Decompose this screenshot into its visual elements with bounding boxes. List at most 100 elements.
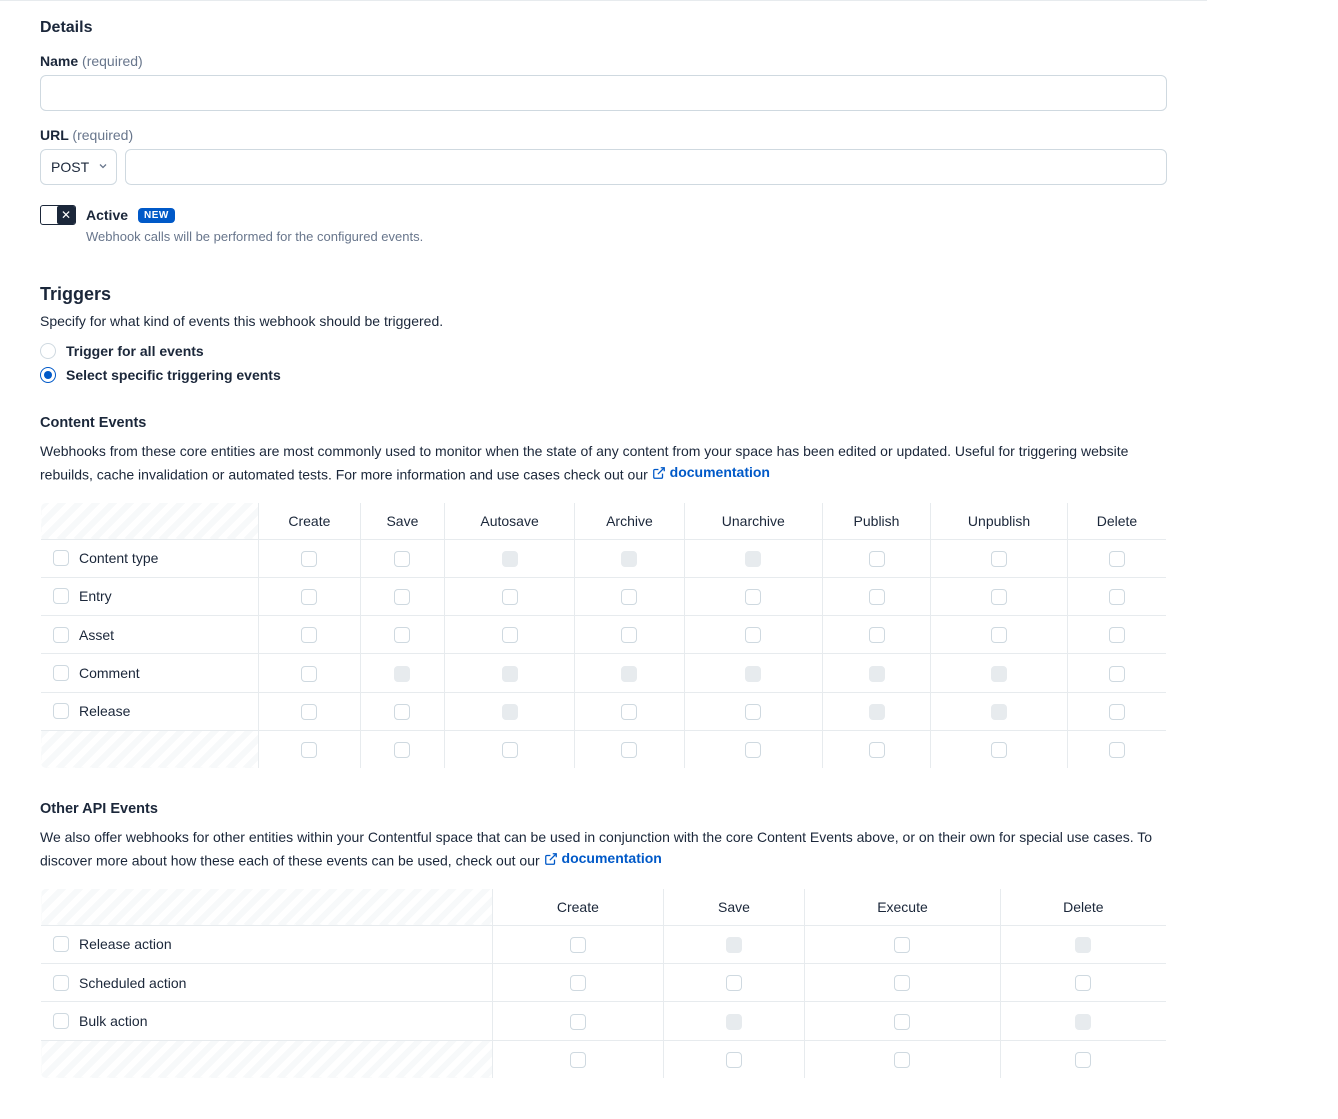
- name-input[interactable]: [40, 75, 1167, 111]
- event-checkbox[interactable]: [991, 589, 1007, 605]
- table-row: Scheduled action: [41, 964, 1167, 1002]
- column-checkbox[interactable]: [1109, 742, 1125, 758]
- col-delete: Delete: [1067, 502, 1166, 539]
- event-checkbox[interactable]: [745, 627, 761, 643]
- event-checkbox[interactable]: [621, 589, 637, 605]
- row-checkbox[interactable]: [53, 550, 69, 566]
- external-link-icon: [652, 466, 666, 480]
- row-label: Release action: [79, 936, 172, 952]
- col-unarchive: Unarchive: [684, 502, 822, 539]
- url-label: URL (required): [40, 127, 1167, 143]
- event-checkbox[interactable]: [301, 627, 317, 643]
- event-checkbox[interactable]: [301, 589, 317, 605]
- new-badge: NEW: [138, 208, 175, 223]
- event-checkbox[interactable]: [745, 589, 761, 605]
- row-label: Release: [79, 703, 130, 719]
- event-checkbox: [502, 666, 518, 682]
- name-label-text: Name: [40, 53, 78, 69]
- event-checkbox[interactable]: [301, 551, 317, 567]
- col-autosave: Autosave: [445, 502, 575, 539]
- event-checkbox[interactable]: [394, 551, 410, 567]
- column-checkbox[interactable]: [745, 742, 761, 758]
- row-checkbox[interactable]: [53, 975, 69, 991]
- col-publish: Publish: [822, 502, 930, 539]
- row-checkbox[interactable]: [53, 627, 69, 643]
- url-label-text: URL: [40, 127, 69, 143]
- external-link-icon: [544, 852, 558, 866]
- close-icon: ✕: [61, 209, 71, 221]
- event-checkbox[interactable]: [894, 975, 910, 991]
- radio-trigger-all[interactable]: Trigger for all events: [40, 343, 1167, 359]
- event-checkbox[interactable]: [570, 975, 586, 991]
- event-checkbox: [991, 704, 1007, 720]
- column-checkbox[interactable]: [991, 742, 1007, 758]
- col-unpublish: Unpublish: [931, 502, 1068, 539]
- event-checkbox[interactable]: [869, 627, 885, 643]
- documentation-link[interactable]: documentation: [544, 848, 662, 869]
- details-heading: Details: [40, 19, 1167, 37]
- event-checkbox[interactable]: [502, 627, 518, 643]
- documentation-link[interactable]: documentation: [652, 462, 770, 483]
- event-checkbox[interactable]: [570, 937, 586, 953]
- other-events-title: Other API Events: [40, 801, 1167, 817]
- event-checkbox[interactable]: [726, 975, 742, 991]
- event-checkbox[interactable]: [1109, 704, 1125, 720]
- radio-trigger-specific[interactable]: Select specific triggering events: [40, 367, 1167, 383]
- row-checkbox[interactable]: [53, 936, 69, 952]
- event-checkbox[interactable]: [1109, 551, 1125, 567]
- row-checkbox[interactable]: [53, 588, 69, 604]
- event-checkbox: [621, 666, 637, 682]
- table-corner: [41, 888, 493, 925]
- event-checkbox[interactable]: [991, 551, 1007, 567]
- table-row: Asset: [41, 616, 1167, 654]
- event-checkbox[interactable]: [894, 937, 910, 953]
- event-checkbox[interactable]: [869, 551, 885, 567]
- row-label: Scheduled action: [79, 975, 186, 991]
- method-select[interactable]: POST: [40, 149, 117, 185]
- event-checkbox[interactable]: [745, 704, 761, 720]
- event-checkbox: [621, 551, 637, 567]
- event-checkbox: [869, 666, 885, 682]
- event-checkbox[interactable]: [1109, 627, 1125, 643]
- event-checkbox[interactable]: [301, 704, 317, 720]
- col-archive: Archive: [575, 502, 685, 539]
- event-checkbox[interactable]: [301, 666, 317, 682]
- row-checkbox[interactable]: [53, 703, 69, 719]
- column-checkbox[interactable]: [869, 742, 885, 758]
- event-checkbox[interactable]: [991, 627, 1007, 643]
- column-checkbox[interactable]: [726, 1052, 742, 1068]
- event-checkbox[interactable]: [894, 1014, 910, 1030]
- event-checkbox[interactable]: [1075, 975, 1091, 991]
- event-checkbox[interactable]: [621, 627, 637, 643]
- url-input[interactable]: [125, 149, 1167, 185]
- event-checkbox: [502, 704, 518, 720]
- table-corner: [41, 1040, 493, 1078]
- content-events-desc: Webhooks from these core entities are mo…: [40, 441, 1167, 486]
- row-label: Comment: [79, 665, 140, 681]
- active-toggle[interactable]: ✕: [40, 205, 76, 225]
- column-checkbox[interactable]: [894, 1052, 910, 1068]
- column-checkbox[interactable]: [301, 742, 317, 758]
- table-row: Release action: [41, 925, 1167, 963]
- triggers-desc: Specify for what kind of events this web…: [40, 313, 1167, 329]
- event-checkbox[interactable]: [502, 589, 518, 605]
- event-checkbox[interactable]: [1109, 666, 1125, 682]
- event-checkbox[interactable]: [1109, 589, 1125, 605]
- column-checkbox[interactable]: [502, 742, 518, 758]
- event-checkbox[interactable]: [394, 589, 410, 605]
- column-checkbox[interactable]: [621, 742, 637, 758]
- column-checkbox[interactable]: [394, 742, 410, 758]
- event-checkbox[interactable]: [621, 704, 637, 720]
- row-checkbox[interactable]: [53, 665, 69, 681]
- event-checkbox[interactable]: [869, 589, 885, 605]
- column-checkbox[interactable]: [570, 1052, 586, 1068]
- event-checkbox[interactable]: [394, 704, 410, 720]
- row-checkbox[interactable]: [53, 1013, 69, 1029]
- event-checkbox: [869, 704, 885, 720]
- col-save: Save: [663, 888, 805, 925]
- column-checkbox[interactable]: [1075, 1052, 1091, 1068]
- table-row: Entry: [41, 577, 1167, 615]
- col-delete: Delete: [1000, 888, 1166, 925]
- event-checkbox[interactable]: [570, 1014, 586, 1030]
- event-checkbox[interactable]: [394, 627, 410, 643]
